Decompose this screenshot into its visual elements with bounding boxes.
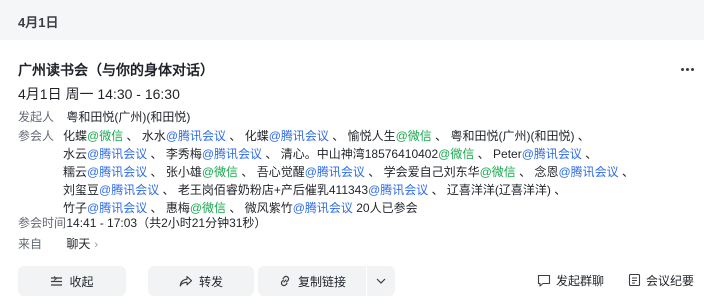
organizer-row: 发起人 粤和田悦(广州)(和田悦) bbox=[18, 108, 190, 125]
participant-name[interactable]: 化蝶 bbox=[63, 129, 87, 143]
participant-name[interactable]: 、 化蝶 bbox=[226, 129, 268, 143]
participant-name[interactable]: 、 Peter bbox=[474, 147, 522, 161]
participant-name[interactable]: 、 水水 bbox=[123, 129, 166, 143]
wechat-tag: @微信 bbox=[438, 147, 475, 161]
meeting-minutes-label: 会议纪要 bbox=[646, 273, 695, 288]
wechat-tag: @微信 bbox=[201, 165, 239, 179]
participant-name[interactable]: 、 惠梅 bbox=[147, 201, 190, 215]
participant-name[interactable]: 20人已参会 bbox=[353, 201, 417, 215]
link-icon bbox=[280, 275, 290, 287]
date-header: 4月1日 bbox=[0, 0, 704, 40]
participant-name[interactable]: 、 念恩 bbox=[516, 165, 558, 179]
participant-name[interactable]: 、 bbox=[582, 147, 597, 161]
participant-name[interactable]: 、 老王岗佰睿奶粉店+产后催乳411343 bbox=[159, 183, 369, 197]
participant-list: 化蝶@微信 、 水水@腾讯会议 、 化蝶@腾讯会议 、 愉悦人生@微信 、 粤和… bbox=[63, 127, 634, 217]
chevron-down-icon bbox=[376, 278, 386, 284]
participants-label: 参会人 bbox=[18, 129, 55, 143]
forward-label: 转发 bbox=[198, 274, 223, 289]
participant-name[interactable]: 、 辽喜洋洋(辽喜洋洋) 、 bbox=[428, 183, 567, 197]
copy-link-button[interactable]: 复制链接 bbox=[258, 266, 366, 296]
tencent-meeting-tag: @腾讯会议 bbox=[87, 165, 148, 179]
chevron-right-icon[interactable]: › bbox=[94, 239, 98, 251]
more-dot-icon bbox=[690, 67, 694, 71]
participant-name[interactable]: 、 微风紫竹 bbox=[226, 201, 292, 215]
forward-button[interactable]: 转发 bbox=[148, 266, 254, 296]
attend-time-row: 参会时间 14:41 - 17:03（共2小时21分钟31秒） bbox=[18, 214, 266, 231]
participant-name[interactable]: 糯云 bbox=[63, 165, 87, 179]
wechat-tag: @微信 bbox=[479, 165, 516, 179]
participant-line: 水云@腾讯会议 、 李秀梅@腾讯会议 、 清心。中山神湾18576410402@… bbox=[63, 145, 634, 163]
participant-line: 刘玺豆@腾讯会议 、 老王岗佰睿奶粉店+产后催乳411343@腾讯会议 、 辽喜… bbox=[63, 181, 634, 199]
participant-line: 糯云@腾讯会议 、 张小雄@微信 、 吾心觉醒@腾讯会议 、 学会爱自己刘东华@… bbox=[63, 163, 634, 181]
participant-name[interactable]: 、 吾心觉醒 bbox=[238, 165, 304, 179]
tencent-meeting-tag: @腾讯会议 bbox=[304, 165, 365, 179]
participant-name[interactable]: 水云 bbox=[63, 147, 87, 161]
tencent-meeting-tag: @腾讯会议 bbox=[521, 147, 582, 161]
collapse-label: 收起 bbox=[69, 274, 94, 289]
source-label: 来自 bbox=[18, 237, 43, 251]
organizer-name[interactable]: 粤和田悦(广州)(和田悦) bbox=[66, 110, 190, 124]
participant-line: 化蝶@微信 、 水水@腾讯会议 、 化蝶@腾讯会议 、 愉悦人生@微信 、 粤和… bbox=[63, 127, 634, 145]
tencent-meeting-tag: @腾讯会议 bbox=[201, 147, 263, 161]
source-row: 来自 聊天 › bbox=[18, 235, 98, 252]
participant-name[interactable]: 、 bbox=[619, 165, 634, 179]
event-title: 广州读书会（与你的身体对话） bbox=[18, 62, 214, 78]
tencent-meeting-tag: @腾讯会议 bbox=[87, 201, 148, 215]
tencent-meeting-tag: @腾讯会议 bbox=[87, 147, 148, 161]
participant-name[interactable]: 、 清心。中山神湾18576410402 bbox=[262, 147, 438, 161]
participant-name[interactable]: 、 愉悦人生 bbox=[329, 129, 395, 143]
wechat-tag: @微信 bbox=[395, 129, 432, 143]
wechat-tag: @微信 bbox=[189, 201, 227, 215]
tencent-meeting-tag: @腾讯会议 bbox=[268, 129, 329, 143]
participant-name[interactable]: 刘玺豆 bbox=[63, 183, 99, 197]
chat-bubble-icon bbox=[537, 274, 551, 287]
date-header-label: 4月1日 bbox=[18, 15, 59, 30]
copy-link-label: 复制链接 bbox=[297, 274, 346, 289]
tencent-meeting-tag: @腾讯会议 bbox=[368, 183, 429, 197]
participant-name[interactable]: 、 粤和田悦(广州)(和田悦) 、 bbox=[432, 129, 590, 143]
tencent-meeting-tag: @腾讯会议 bbox=[558, 165, 619, 179]
meeting-minutes-button[interactable]: 会议纪要 bbox=[628, 270, 694, 290]
participant-name[interactable]: 、 李秀梅 bbox=[147, 147, 202, 161]
source-link[interactable]: 聊天 bbox=[66, 237, 90, 251]
start-group-chat-label: 发起群聊 bbox=[556, 273, 605, 288]
participant-name[interactable]: 竹子 bbox=[63, 201, 87, 215]
tencent-meeting-tag: @腾讯会议 bbox=[99, 183, 160, 197]
event-time: 4月1日 周一 14:30 - 16:30 bbox=[18, 86, 180, 102]
share-icon bbox=[179, 275, 193, 287]
participant-name[interactable]: 、 张小雄 bbox=[147, 165, 202, 179]
more-dot-icon bbox=[680, 67, 684, 71]
tencent-meeting-tag: @腾讯会议 bbox=[165, 129, 227, 143]
more-dot-icon bbox=[685, 67, 689, 71]
wechat-tag: @微信 bbox=[87, 129, 124, 143]
start-group-chat-button[interactable]: 发起群聊 bbox=[537, 270, 604, 290]
notes-icon bbox=[628, 273, 641, 287]
attend-time-label: 参会时间 bbox=[18, 216, 67, 230]
attend-time-value: 14:41 - 17:03（共2小时21分钟31秒） bbox=[66, 216, 267, 230]
organizer-label: 发起人 bbox=[18, 110, 55, 124]
participant-name[interactable]: 、 学会爱自己刘东华 bbox=[365, 165, 479, 179]
copy-options-dropdown[interactable] bbox=[367, 266, 395, 296]
collapse-icon bbox=[51, 275, 63, 286]
tencent-meeting-tag: @腾讯会议 bbox=[292, 201, 353, 215]
more-options-button[interactable] bbox=[676, 60, 698, 78]
collapse-button[interactable]: 收起 bbox=[18, 266, 126, 296]
